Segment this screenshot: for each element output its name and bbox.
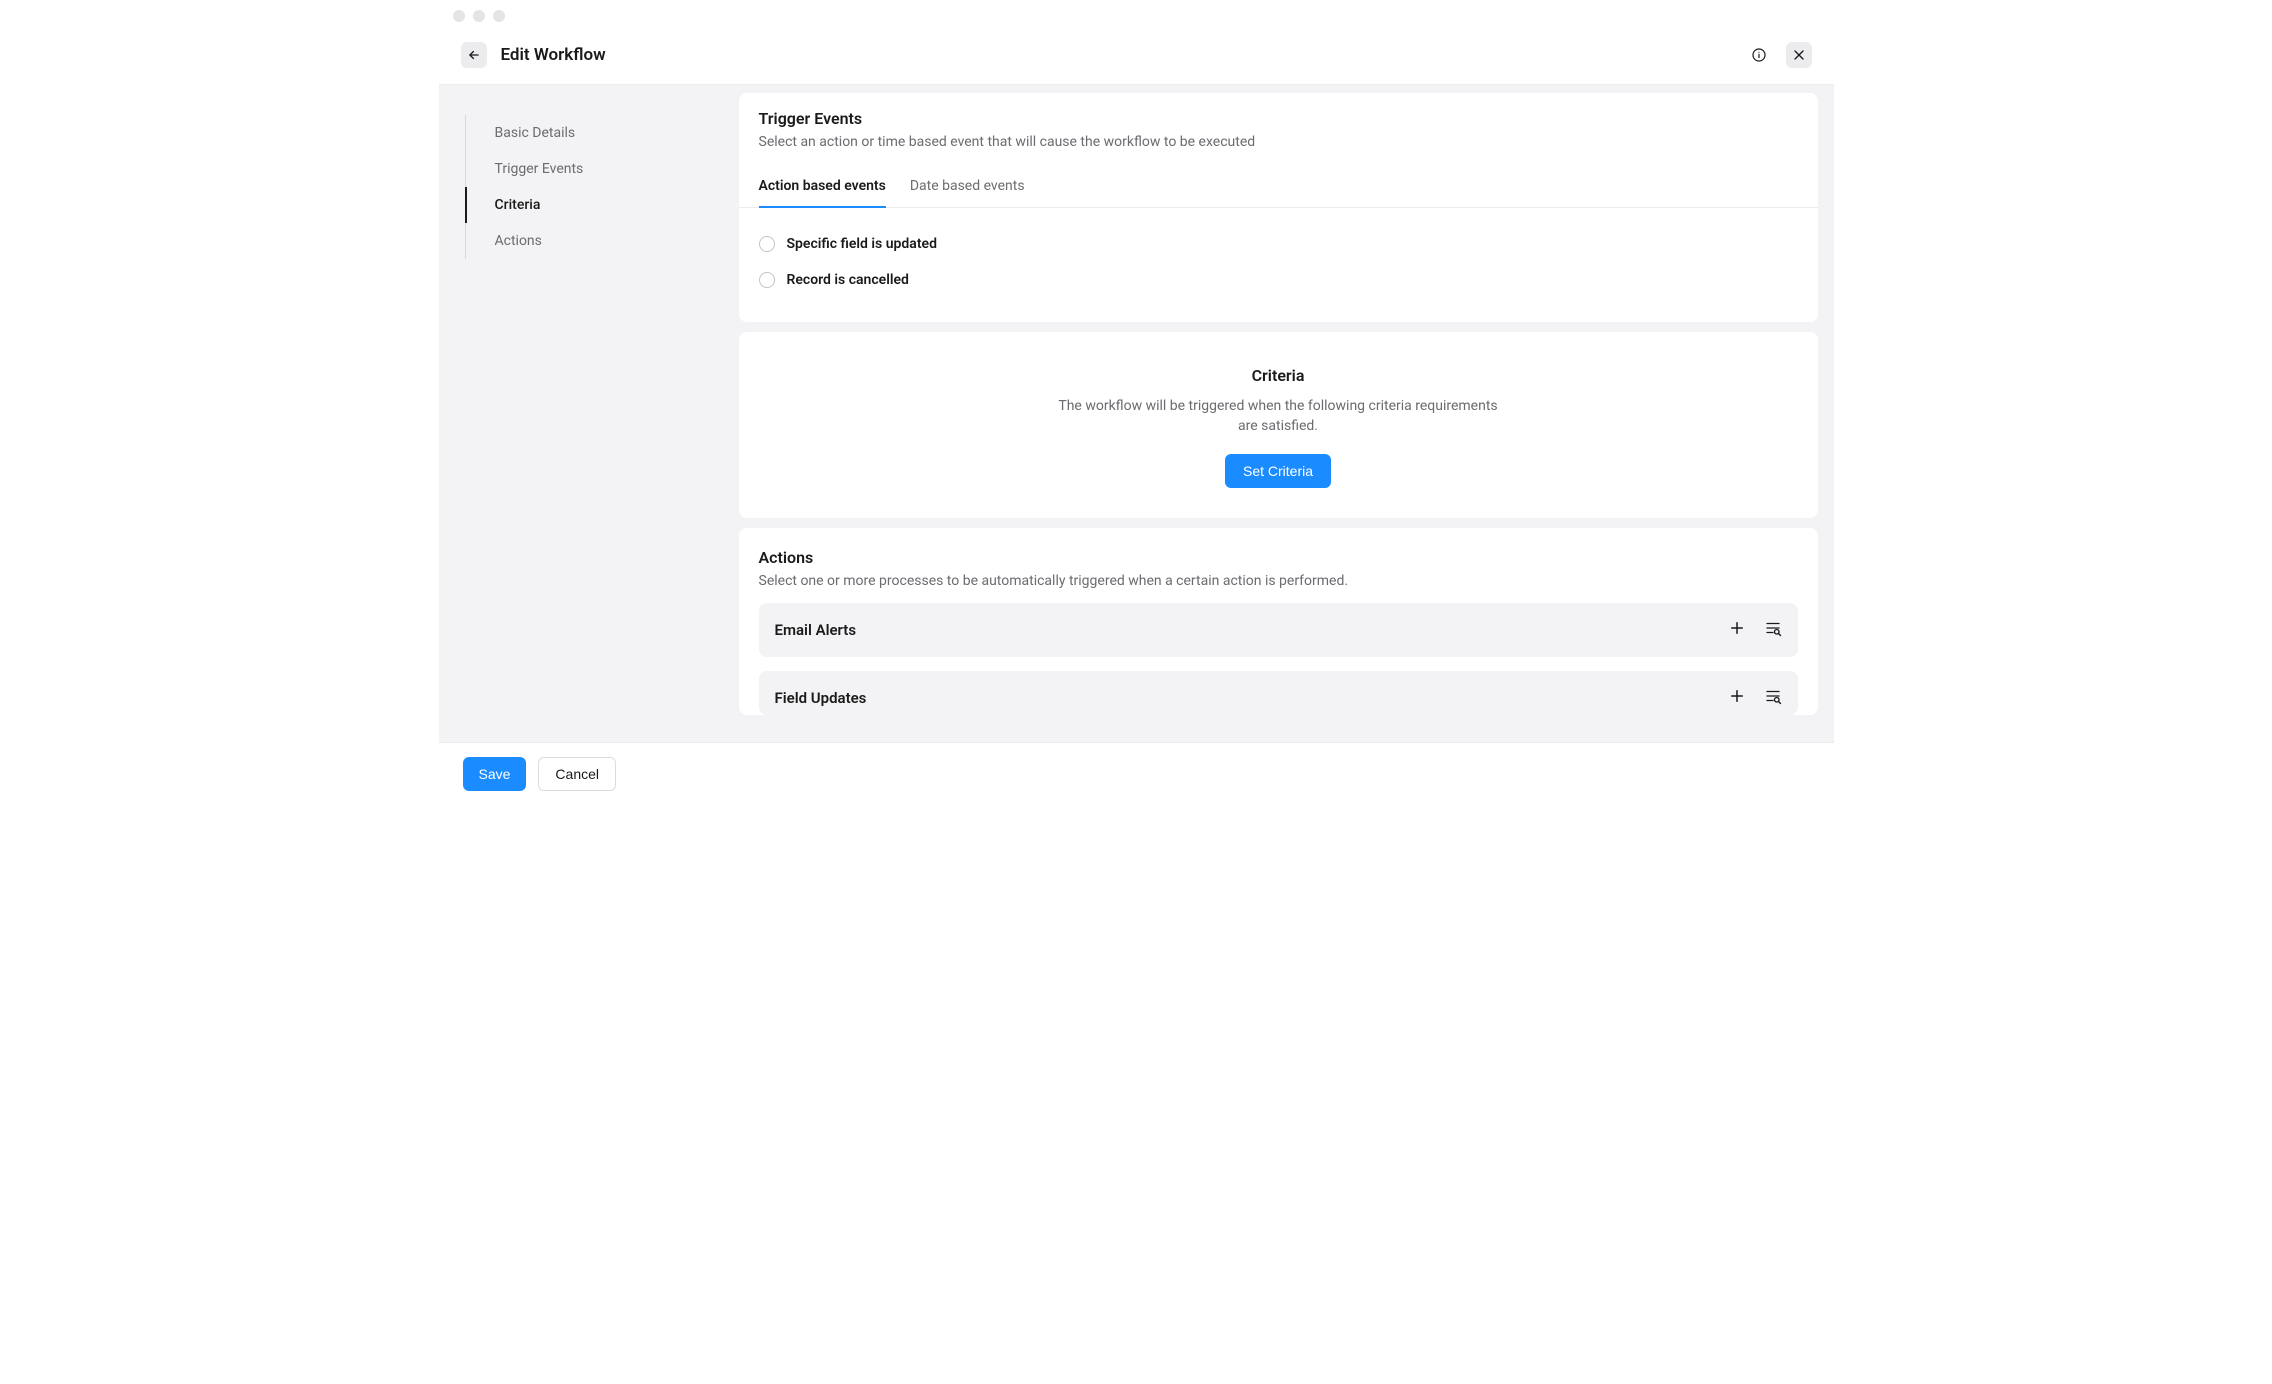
window-control-dot [473,10,485,22]
sidebar-item-label: Actions [495,233,542,249]
button-label: Set Criteria [1243,463,1313,479]
window-titlebar [439,0,1834,32]
footer-bar: Save Cancel [439,742,1834,805]
select-field-update-button[interactable] [1764,687,1782,709]
sidebar: Basic Details Trigger Events Criteria Ac… [439,85,739,805]
radio-option-specific-field[interactable]: Specific field is updated [759,226,1798,262]
list-search-icon [1764,687,1782,705]
button-label: Cancel [555,766,599,782]
action-row-title: Field Updates [775,689,867,707]
trigger-events-title: Trigger Events [759,109,1798,128]
sidebar-item-trigger-events[interactable]: Trigger Events [465,151,739,187]
tab-label: Action based events [759,178,886,194]
trigger-events-description: Select an action or time based event tha… [759,134,1798,150]
plus-icon [1728,687,1746,705]
select-email-alert-button[interactable] [1764,619,1782,641]
criteria-title: Criteria [759,366,1798,385]
tab-action-based[interactable]: Action based events [759,170,886,208]
sidebar-item-actions[interactable]: Actions [465,223,739,259]
radio-label: Specific field is updated [787,236,937,252]
criteria-description: The workflow will be triggered when the … [1048,397,1508,436]
tab-date-based[interactable]: Date based events [910,170,1025,208]
info-button[interactable] [1746,42,1772,68]
tab-label: Date based events [910,178,1025,194]
window-control-dot [453,10,465,22]
sidebar-item-basic-details[interactable]: Basic Details [465,115,739,151]
action-row-email-alerts: Email Alerts [759,603,1798,657]
window-control-dot [493,10,505,22]
main-content: Trigger Events Select an action or time … [739,85,1834,805]
back-button[interactable] [461,42,487,68]
close-icon [1791,47,1807,63]
info-icon [1751,47,1767,63]
trigger-events-card: Trigger Events Select an action or time … [739,93,1818,322]
radio-label: Record is cancelled [787,272,909,288]
criteria-card: Criteria The workflow will be triggered … [739,332,1818,518]
plus-icon [1728,619,1746,637]
radio-icon [759,272,775,288]
sidebar-item-criteria[interactable]: Criteria [465,187,739,223]
list-search-icon [1764,619,1782,637]
sidebar-item-label: Criteria [495,197,541,213]
radio-option-record-cancelled[interactable]: Record is cancelled [759,262,1798,298]
page-title: Edit Workflow [501,45,1732,65]
actions-card: Actions Select one or more processes to … [739,528,1818,715]
radio-icon [759,236,775,252]
add-email-alert-button[interactable] [1728,619,1746,641]
set-criteria-button[interactable]: Set Criteria [1225,454,1331,488]
action-row-field-updates: Field Updates [759,671,1798,715]
action-row-title: Email Alerts [775,621,857,639]
arrow-left-icon [467,48,481,62]
trigger-tabs: Action based events Date based events [739,170,1818,208]
page-header: Edit Workflow [439,32,1834,85]
actions-title: Actions [759,548,1798,567]
actions-description: Select one or more processes to be autom… [759,573,1798,589]
close-button[interactable] [1786,42,1812,68]
add-field-update-button[interactable] [1728,687,1746,709]
sidebar-item-label: Trigger Events [495,161,584,177]
sidebar-item-label: Basic Details [495,125,576,141]
save-button[interactable]: Save [463,757,527,791]
cancel-button[interactable]: Cancel [538,757,616,791]
button-label: Save [479,766,511,782]
